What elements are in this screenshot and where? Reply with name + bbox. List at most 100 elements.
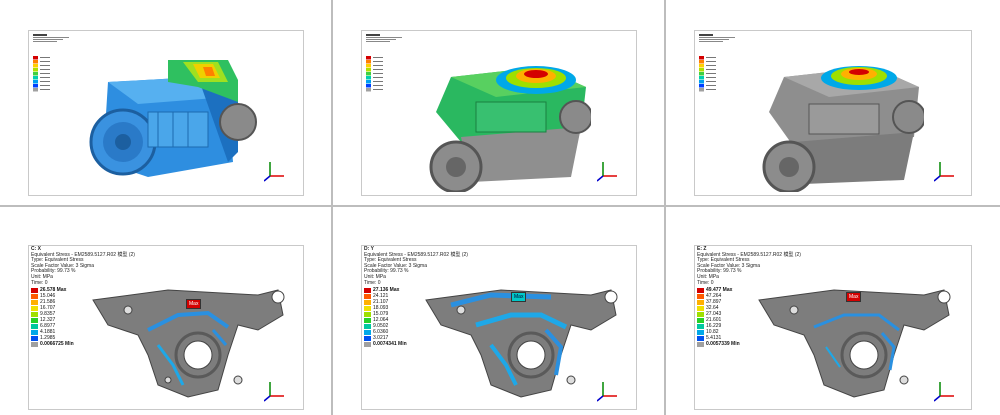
legend-swatch: [31, 293, 38, 299]
top-panel-3-header: [699, 34, 739, 56]
legend-swatch: [697, 311, 704, 317]
axis-triad-6: [934, 382, 954, 402]
legend-swatch: [31, 305, 38, 311]
legend-swatch: [699, 68, 704, 72]
legend-swatch: [366, 88, 371, 92]
legend-swatch: [697, 341, 704, 347]
legend-label-line: [706, 77, 716, 78]
legend-label-line: [40, 57, 50, 58]
legend-label-line: [706, 69, 716, 70]
legend-label-line: [40, 89, 50, 90]
legend-label-line: [706, 85, 716, 86]
legend-swatch: [699, 60, 704, 64]
legend-swatch: [31, 329, 38, 335]
legend-swatch: [31, 323, 38, 329]
top-panel-2-legend: [366, 56, 386, 92]
legend-swatch: [366, 64, 371, 68]
bottom-panel-1: C: X Equivalent Stress - EM2589.5127.R02…: [28, 245, 304, 410]
legend-swatch: [699, 64, 704, 68]
legend-swatch: [697, 323, 704, 329]
legend-swatch: [33, 88, 38, 92]
bracket-model-3: [758, 289, 951, 398]
legend-swatch: [364, 329, 371, 335]
legend-swatch: [697, 317, 704, 323]
legend-label-line: [373, 81, 383, 82]
legend-label-line: [373, 73, 383, 74]
bottom-panel-2-legend: 27.136 Max 24.121 21.107 18.093 15.079 1…: [364, 287, 407, 347]
legend-label-line: [373, 61, 383, 62]
legend-swatch: [366, 80, 371, 84]
axis-triad-2: [597, 162, 617, 182]
legend-label-line: [706, 61, 716, 62]
grid-divider-1: [331, 0, 333, 415]
legend-swatch: [366, 72, 371, 76]
legend-swatch: [697, 287, 704, 293]
legend-swatch: [366, 60, 371, 64]
legend-swatch: [699, 84, 704, 88]
bottom-panel-2-info: D: Y Equivalent Stress - EM2589.5127.R02…: [364, 246, 468, 286]
legend-label-line: [373, 89, 383, 90]
legend-label-line: [373, 57, 383, 58]
legend-swatch: [697, 329, 704, 335]
top-panel-3-legend: [699, 56, 719, 92]
legend-swatch: [31, 317, 38, 323]
top-panel-1: [28, 30, 304, 196]
legend-swatch: [364, 311, 371, 317]
legend-swatch: [699, 80, 704, 84]
bottom-panel-2: D: Y Equivalent Stress - EM2589.5127.R02…: [361, 245, 637, 410]
model-view-1: [89, 60, 257, 177]
legend-label-line: [40, 61, 50, 62]
legend-value: 0.0074341 Min: [373, 341, 407, 347]
top-panel-1-header: [33, 34, 73, 56]
max-marker: Max: [186, 299, 202, 309]
legend-label-line: [706, 81, 716, 82]
legend-swatch: [31, 299, 38, 305]
legend-swatch: [33, 72, 38, 76]
top-panel-2: [361, 30, 637, 196]
legend-label-line: [373, 77, 383, 78]
legend-swatch: [699, 72, 704, 76]
bottom-panel-3-info: E: Z Equivalent Stress - EM2589.5127.R02…: [697, 246, 801, 286]
legend-swatch: [364, 335, 371, 341]
top-panel-1-legend: [33, 56, 53, 92]
legend-label-line: [373, 69, 383, 70]
result-grid: C: X Equivalent Stress - EM2589.5127.R02…: [0, 0, 1000, 415]
legend-swatch: [33, 84, 38, 88]
legend-swatch: [697, 305, 704, 311]
legend-swatch: [699, 88, 704, 92]
legend-swatch: [31, 287, 38, 293]
grid-divider-horizontal: [0, 205, 1000, 207]
legend-swatch: [33, 56, 38, 60]
legend-swatch: [364, 305, 371, 311]
top-panel-3: [694, 30, 974, 196]
legend-swatch: [364, 323, 371, 329]
legend-label-line: [373, 85, 383, 86]
legend-swatch: [31, 311, 38, 317]
legend-label-line: [40, 85, 50, 86]
legend-swatch: [366, 56, 371, 60]
axis-triad-4: [264, 382, 284, 402]
legend-label-line: [40, 81, 50, 82]
legend-swatch: [697, 335, 704, 341]
bottom-panel-1-info: C: X Equivalent Stress - EM2589.5127.R02…: [31, 246, 135, 286]
legend-swatch: [366, 68, 371, 72]
legend-swatch: [364, 299, 371, 305]
bottom-panel-3-legend: 49.477 Max 47.264 37.897 32.64 27.043 21…: [697, 287, 740, 347]
legend-label-line: [706, 73, 716, 74]
legend-swatch: [699, 76, 704, 80]
legend-swatch: [31, 335, 38, 341]
legend-swatch: [697, 293, 704, 299]
legend-value: 0.0066725 Min: [40, 341, 74, 347]
legend-label-line: [373, 65, 383, 66]
legend-swatch: [366, 76, 371, 80]
max-marker: Max: [846, 292, 862, 302]
grid-divider-2: [664, 0, 666, 415]
legend-swatch: [697, 299, 704, 305]
model-view-3: [762, 66, 924, 192]
legend-swatch: [366, 84, 371, 88]
model-view-2: [429, 66, 591, 192]
legend-swatch: [33, 68, 38, 72]
legend-swatch: [31, 341, 38, 347]
bottom-panel-1-legend: 26.578 Max 15.046 21.586 16.707 9.8357 1…: [31, 287, 74, 347]
legend-label-line: [40, 65, 50, 66]
